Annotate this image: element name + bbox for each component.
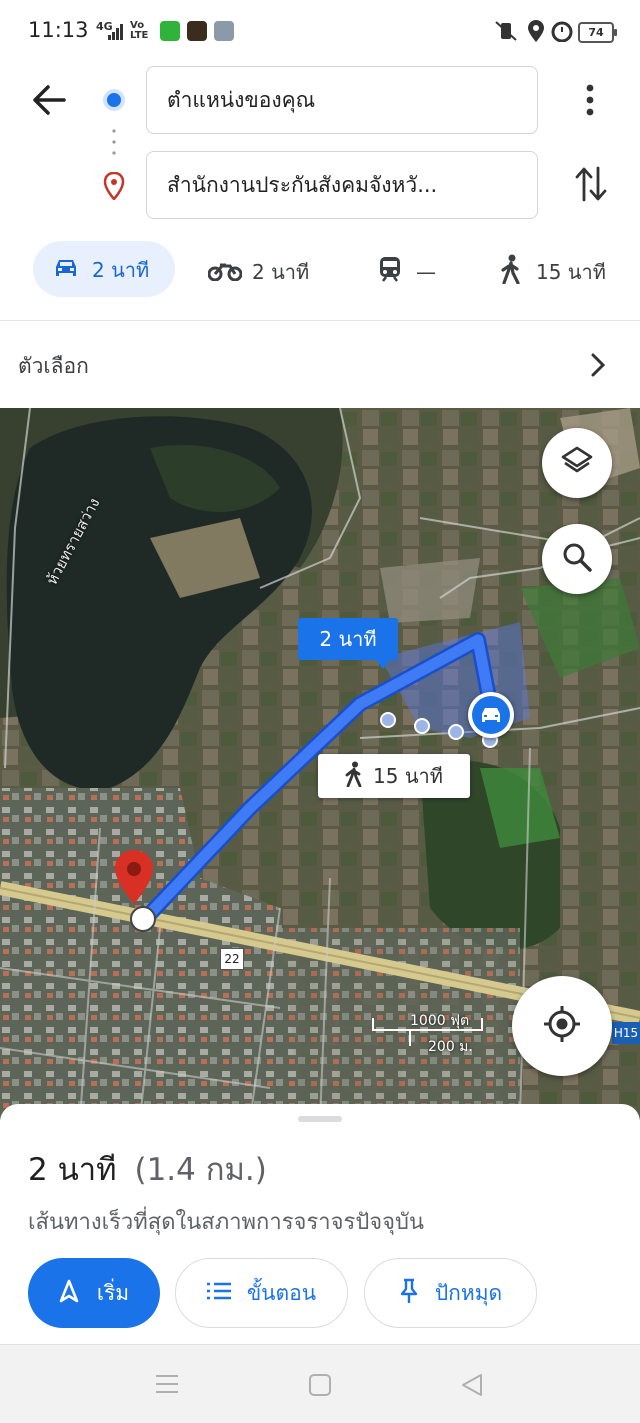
origin-field[interactable]: ตำแหน่งของคุณ <box>146 66 538 134</box>
walk-duration-text: 15 นาที <box>373 764 443 788</box>
navigation-arrow-icon <box>59 1279 79 1308</box>
motorcycle-icon <box>207 259 243 286</box>
drag-handle[interactable] <box>298 1116 342 1122</box>
bottom-sheet[interactable]: 2 นาที (1.4 กม.) เส้นทางเร็วที่สุดในสภาพ… <box>0 1104 640 1344</box>
car-icon <box>52 256 80 285</box>
vibrate-off-icon <box>494 20 518 46</box>
signal-icon <box>108 24 124 44</box>
origin-dot-icon <box>102 88 126 116</box>
start-button[interactable]: เริ่ม <box>28 1258 160 1328</box>
pin-icon <box>399 1278 419 1309</box>
app-notification-icon <box>187 21 207 41</box>
list-icon <box>206 1281 231 1305</box>
route-start-dot <box>130 906 156 932</box>
trip-distance: (1.4 กม.) <box>134 1152 267 1188</box>
pin-button[interactable]: ปักหมุด <box>364 1258 537 1328</box>
map-view[interactable]: ห้วยทรายสว่าง 2 นาที 15 นาที 22 H15 1000… <box>0 408 640 1120</box>
mode-car-time: 2 นาที <box>92 258 150 282</box>
steps-label: ขั้นตอน <box>246 1280 317 1305</box>
walk-icon <box>345 761 363 792</box>
scale-meters: 200 ม. <box>428 1039 473 1055</box>
layers-icon <box>560 444 594 482</box>
callout-pointer <box>375 659 391 669</box>
walk-icon <box>500 254 522 289</box>
destination-field[interactable]: สำนักงานประกันสังคมจังหวั... <box>146 151 538 219</box>
scale-bar: 1000 ฟุต 200 ม. <box>370 1008 490 1058</box>
walk-duration-callout[interactable]: 15 นาที <box>318 754 470 798</box>
crosshair-icon <box>542 1004 582 1048</box>
more-options-icon[interactable] <box>582 82 598 122</box>
scale-feet: 1000 ฟุต <box>410 1013 470 1029</box>
mode-tab-motorcycle[interactable]: 2 นาที <box>207 256 310 288</box>
route-description: เส้นทางเร็วที่สุดในสภาพการจราจรปัจจุบัน <box>28 1210 425 1235</box>
mode-transit-time: — <box>416 259 436 284</box>
options-label[interactable]: ตัวเลือก <box>18 350 89 383</box>
car-icon <box>472 696 510 734</box>
battery-indicator: 74 <box>578 22 617 43</box>
app-notification-icon-2 <box>214 21 234 41</box>
mode-tab-transit[interactable]: — <box>378 256 436 287</box>
mode-tab-walk[interactable]: 15 นาที <box>500 254 606 289</box>
menu-icon[interactable] <box>155 1373 179 1399</box>
system-nav-bar <box>0 1344 640 1423</box>
destination-marker[interactable] <box>468 692 514 738</box>
trip-duration: 2 นาที <box>28 1152 117 1188</box>
route-dots <box>112 128 116 162</box>
train-icon <box>378 256 402 287</box>
trip-summary: 2 นาที (1.4 กม.) <box>28 1144 267 1194</box>
line-app-icon <box>160 21 180 41</box>
my-location-button[interactable] <box>512 976 612 1076</box>
status-bar: 11:13 4G Vo LTE 74 <box>0 0 640 62</box>
destination-pin-icon <box>103 171 125 204</box>
steps-button[interactable]: ขั้นตอน <box>175 1258 348 1328</box>
road-shield: 22 <box>220 948 244 970</box>
home-icon[interactable] <box>308 1373 332 1401</box>
divider <box>0 320 640 321</box>
alarm-icon <box>551 20 573 46</box>
back-arrow-icon[interactable] <box>30 82 66 122</box>
road-shield-2: H15 <box>612 1022 640 1044</box>
layers-button[interactable] <box>542 428 612 498</box>
route-duration-callout[interactable]: 2 นาที <box>298 618 398 660</box>
chevron-right-icon[interactable] <box>590 352 606 382</box>
mode-motorcycle-time: 2 นาที <box>252 260 310 284</box>
back-nav-icon[interactable] <box>460 1373 484 1401</box>
status-time: 11:13 <box>28 18 89 42</box>
red-pin-icon[interactable] <box>112 848 156 912</box>
swap-icon[interactable] <box>574 166 608 206</box>
search-icon <box>561 541 593 577</box>
search-button[interactable] <box>542 524 612 594</box>
location-icon <box>528 20 544 46</box>
volte-label: Vo LTE <box>130 20 149 41</box>
start-label: เริ่ม <box>96 1280 130 1305</box>
mode-walk-time: 15 นาที <box>536 259 606 284</box>
mode-tab-car-content: 2 นาที <box>52 254 149 286</box>
pin-label: ปักหมุด <box>434 1280 503 1305</box>
